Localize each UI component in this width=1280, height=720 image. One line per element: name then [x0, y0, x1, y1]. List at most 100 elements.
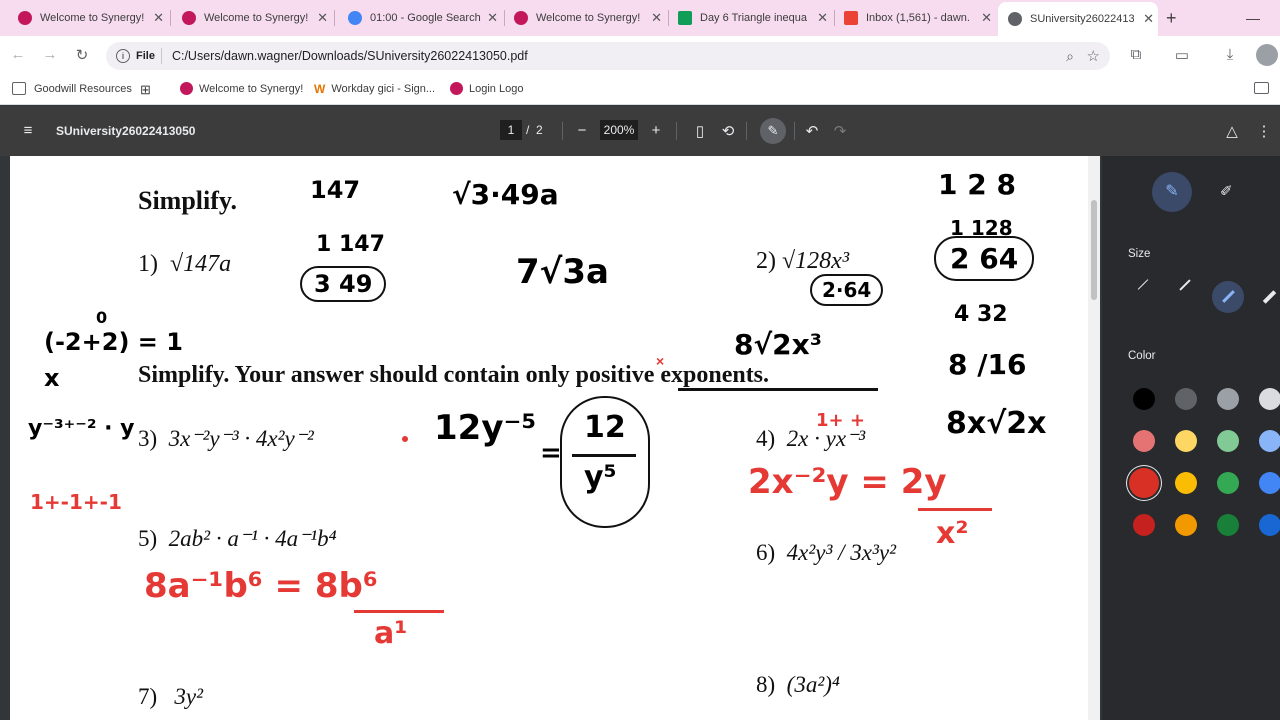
ink-zero: 0 [96, 308, 108, 327]
ink-x: x [44, 364, 60, 392]
color-swatch[interactable] [1175, 472, 1197, 494]
scrollbar-thumb[interactable] [1091, 200, 1097, 300]
annotate-icon[interactable]: ✎ [760, 118, 786, 144]
info-icon[interactable]: i [116, 49, 130, 63]
ink-2-64-circled: 2 64 [934, 236, 1035, 281]
tab-2[interactable]: Welcome to Synergy! ✕ [172, 4, 332, 32]
ink-neg-exp-equals-1: (-2+2) = 1 [44, 328, 183, 356]
file-chip: File [136, 50, 155, 62]
ink-12: 12 [584, 410, 626, 445]
color-swatch[interactable] [1217, 430, 1239, 452]
ink-red-fraction-bar-2 [354, 610, 444, 613]
close-tab-icon[interactable]: ✕ [817, 10, 828, 26]
bookmark-goodwill[interactable]: Goodwill Resources [12, 82, 132, 95]
download-icon[interactable]: ⤓ [1220, 46, 1240, 63]
color-swatch[interactable] [1133, 430, 1155, 452]
pdf-page[interactable]: Simplify. 1) √147a 2) √128x³ Simplify. Y… [10, 156, 1100, 720]
ink-red-2x-2y: 2x⁻²y = 2y [748, 462, 947, 502]
color-swatch[interactable] [1175, 514, 1197, 536]
tab-5[interactable]: Day 6 Triangle inequa ✕ [668, 4, 832, 32]
synergy-favicon-icon [180, 82, 193, 95]
close-tab-icon[interactable]: ✕ [153, 10, 164, 26]
avatar[interactable] [1256, 44, 1278, 66]
redo-icon[interactable]: ↷ [830, 122, 850, 140]
cast-icon[interactable]: ▭ [1172, 46, 1192, 64]
synergy-favicon-icon [18, 11, 32, 25]
color-swatch[interactable] [1175, 388, 1197, 410]
close-tab-icon[interactable]: ✕ [1143, 11, 1154, 27]
bookmark-login-logo[interactable]: Login Logo [450, 82, 523, 95]
url-text[interactable]: C:/Users/dawn.wagner/Downloads/SUniversi… [172, 49, 528, 63]
color-swatch[interactable] [1259, 472, 1280, 494]
color-swatch[interactable] [1133, 388, 1155, 410]
back-icon[interactable]: ← [8, 46, 28, 63]
color-swatch[interactable] [1259, 388, 1280, 410]
ink-underline [678, 388, 878, 391]
close-tab-icon[interactable]: ✕ [487, 10, 498, 26]
minimize-icon[interactable]: — [1246, 4, 1266, 32]
page-scrollbar[interactable] [1088, 156, 1100, 720]
bookmark-label: Welcome to Synergy! [199, 82, 304, 95]
bookmark-workday[interactable]: W Workday gici - Sign... [314, 82, 435, 96]
size-thin-icon[interactable] [1137, 279, 1149, 290]
zoom-out-icon[interactable]: − [572, 122, 592, 139]
tab-3[interactable]: 01:00 - Google Search ✕ [338, 4, 502, 32]
more-options-icon[interactable]: ⋮ [1254, 122, 1274, 140]
new-tab-button[interactable]: + [1166, 4, 1186, 32]
size-xlarge-icon[interactable] [1262, 290, 1277, 304]
synergy-favicon-icon [450, 82, 463, 95]
highlighter-tool-icon[interactable]: ✐ [1220, 182, 1233, 200]
ink-root-3-49a: √3·49a [452, 178, 559, 211]
browser-toolbar: ← → ↻ i File C:/Users/dawn.wagner/Downlo… [0, 36, 1280, 76]
all-bookmarks-folder-icon[interactable] [1254, 82, 1269, 94]
tab-7-active[interactable]: SUniversity26022413050 ✕ [998, 2, 1158, 36]
tab-4[interactable]: Welcome to Synergy! ✕ [504, 4, 666, 32]
tab-1[interactable]: Welcome to Synergy! ✕ [8, 4, 168, 32]
ink-red-fraction-bar [918, 508, 992, 511]
forward-icon[interactable]: → [40, 46, 60, 63]
ink-8x-root-2x: 8x√2x [946, 406, 1047, 441]
drive-save-icon[interactable]: △ [1222, 122, 1242, 140]
close-tab-icon[interactable]: ✕ [651, 10, 662, 26]
tab-6[interactable]: Inbox (1,561) - dawn. ✕ [834, 4, 996, 32]
pen-tool-icon[interactable]: ✎ [1152, 172, 1192, 212]
ink-red-x2: x² [936, 516, 969, 551]
color-swatch[interactable] [1217, 388, 1239, 410]
apps-icon[interactable]: ⊞ [140, 82, 151, 98]
menu-icon[interactable]: ≡ [18, 122, 38, 139]
problem-3: 3) 3x⁻²y⁻³ · 4x²y⁻² [138, 426, 314, 451]
ink-1-147: 1 147 [316, 232, 385, 257]
color-swatch[interactable] [1259, 430, 1280, 452]
zoom-in-icon[interactable]: + [646, 122, 666, 139]
tab-title: Welcome to Synergy! [204, 12, 309, 24]
address-bar[interactable]: i File C:/Users/dawn.wagner/Downloads/SU… [106, 42, 1110, 70]
ink-y5: y⁵ [584, 460, 617, 495]
color-label: Color [1128, 350, 1156, 362]
color-swatch[interactable] [1175, 430, 1197, 452]
ink-equals: = [540, 438, 562, 468]
reload-icon[interactable]: ↻ [72, 46, 92, 64]
extensions-icon[interactable]: ⧉ [1126, 46, 1146, 63]
size-medium-icon[interactable] [1179, 279, 1191, 291]
color-swatch[interactable] [1129, 468, 1159, 498]
zoom-icon[interactable]: ⌕ [1066, 48, 1074, 65]
page-number-input[interactable]: 1 [500, 120, 522, 140]
fit-page-icon[interactable]: ▯ [690, 122, 710, 140]
tab-strip: Welcome to Synergy! ✕ Welcome to Synergy… [0, 0, 1280, 36]
close-tab-icon[interactable]: ✕ [317, 10, 328, 26]
synergy-favicon-icon [514, 11, 528, 25]
problem-5: 5) 2ab² · a⁻¹ · 4a⁻¹b⁴ [138, 526, 337, 551]
ink-8-16: 8 /16 [948, 348, 1027, 381]
undo-icon[interactable]: ↶ [802, 122, 822, 140]
zoom-level-input[interactable]: 200% [600, 120, 638, 140]
color-swatch[interactable] [1217, 514, 1239, 536]
ink-147: 147 [310, 176, 361, 204]
color-swatch[interactable] [1133, 514, 1155, 536]
bookmark-synergy[interactable]: Welcome to Synergy! [180, 82, 303, 95]
problem-1: 1) √147a [138, 251, 232, 277]
color-swatch[interactable] [1259, 514, 1280, 536]
close-tab-icon[interactable]: ✕ [981, 10, 992, 26]
star-icon[interactable]: ☆ [1087, 47, 1100, 65]
color-swatch[interactable] [1217, 472, 1239, 494]
rotate-icon[interactable]: ⟲ [718, 122, 738, 140]
